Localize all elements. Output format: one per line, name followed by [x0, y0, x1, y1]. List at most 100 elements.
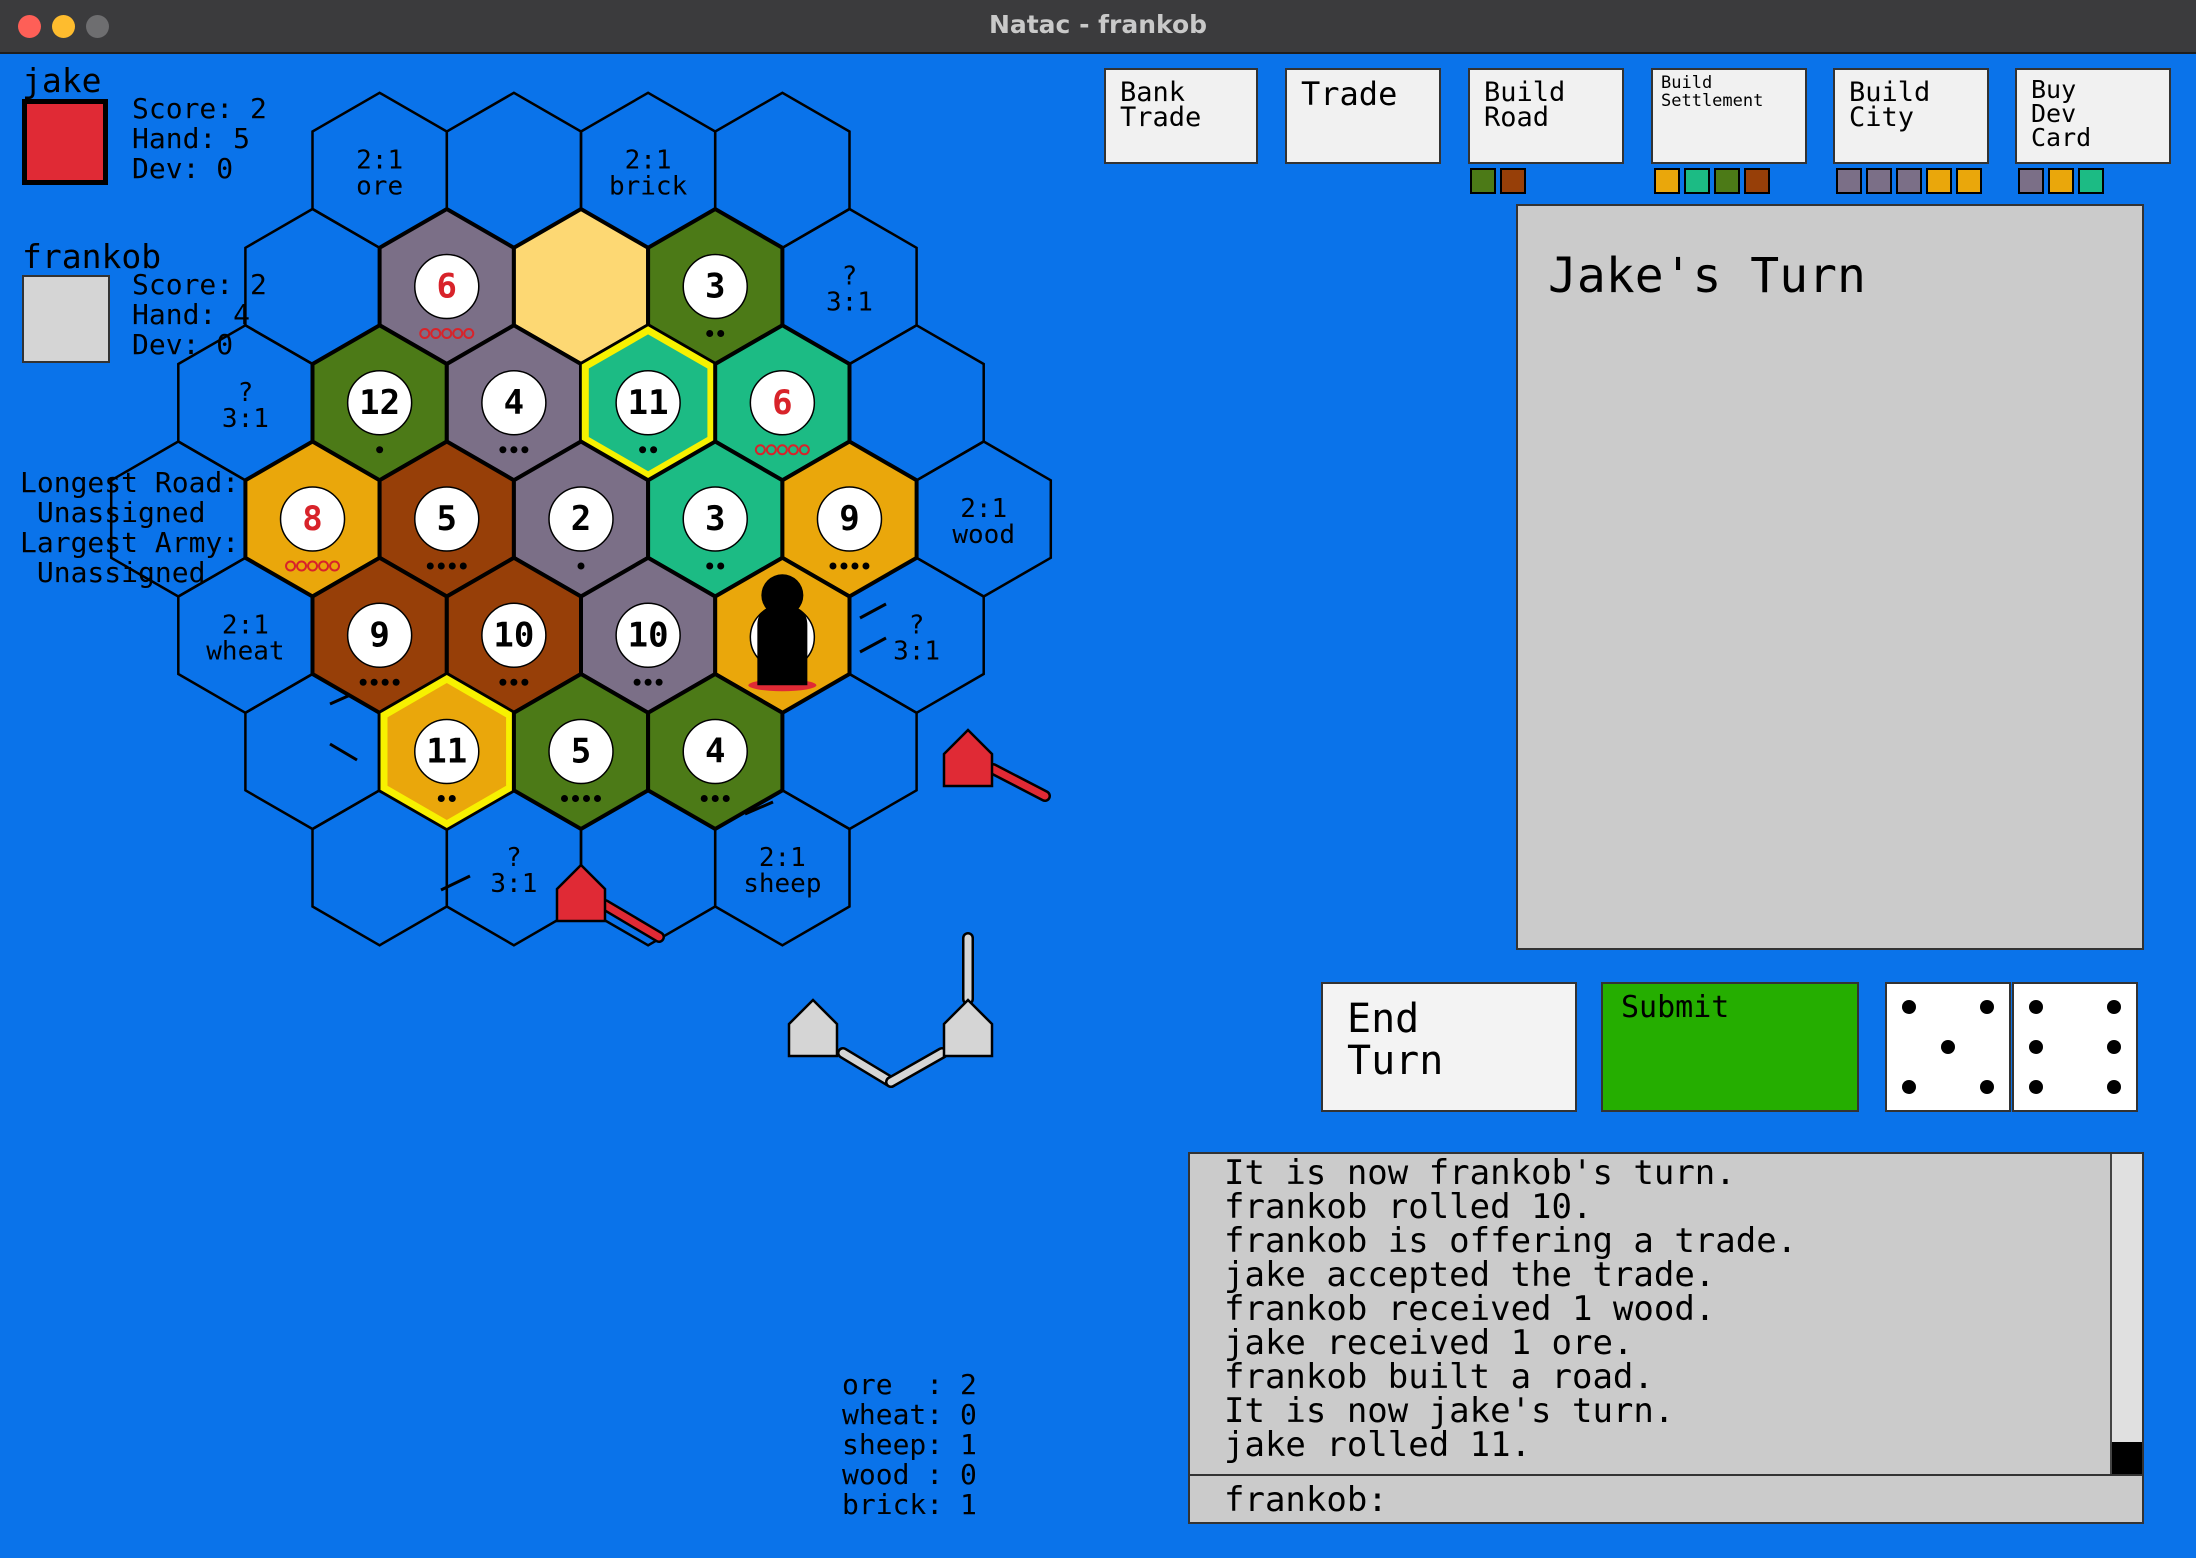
probability-dot: [499, 446, 507, 454]
number-token-label: 4: [705, 732, 725, 772]
number-token-label: 6: [772, 383, 792, 423]
game-area: jake Score: 2 Hand: 5 Dev: 0 frankob Score…: [0, 54, 2196, 1558]
number-token-label: 2: [571, 499, 591, 539]
probability-dot: [426, 562, 434, 570]
number-token-label: 3: [705, 267, 725, 307]
probability-dot: [392, 678, 400, 686]
wood-cost-swatch: [1470, 168, 1496, 194]
probability-dot: [633, 678, 641, 686]
ore-cost-swatch: [1896, 168, 1922, 194]
probability-dot: [840, 562, 848, 570]
wheat-cost-swatch: [2048, 168, 2074, 194]
die-pip: [2028, 1080, 2043, 1095]
port-label: 3:1: [490, 869, 537, 899]
chat-label: frankob:: [1224, 1480, 1388, 1520]
port-label: 3:1: [826, 288, 873, 318]
resource-count-line: wood : 0: [842, 1458, 977, 1491]
ore-cost-swatch: [1836, 168, 1862, 194]
probability-dot: [510, 446, 518, 454]
build-road-button[interactable]: Build Road: [1468, 68, 1624, 164]
probability-dot: [561, 795, 568, 802]
probability-dot: [459, 562, 467, 570]
buy-dev-card-button[interactable]: Buy Dev Card: [2015, 68, 2171, 164]
game-board[interactable]: 2:1ore2:1brick?3:1?3:12:1wood2:1wheat?3:…: [0, 54, 1400, 1354]
die-pip: [1901, 999, 1916, 1014]
die-pip: [2107, 1080, 2122, 1095]
build-road-cost: [1470, 168, 1530, 194]
number-token-label: 9: [369, 615, 389, 655]
probability-dot: [639, 446, 647, 454]
port-connector: [329, 742, 358, 762]
die-2[interactable]: [2012, 982, 2138, 1112]
log-scrollbar-thumb[interactable]: [2112, 1442, 2142, 1474]
probability-dot: [717, 330, 725, 337]
turn-panel: Jake's Turn: [1516, 204, 2144, 950]
port-label: 3:1: [893, 636, 940, 666]
wood-cost-swatch: [1714, 168, 1740, 194]
die-pip: [2028, 1040, 2043, 1054]
probability-dot: [359, 678, 367, 686]
resource-count-line: ore : 2: [842, 1368, 977, 1401]
probability-dot: [655, 678, 663, 686]
probability-dot: [650, 446, 658, 454]
build-city-button[interactable]: Build City: [1833, 68, 1989, 164]
die-pip: [2107, 1040, 2122, 1054]
ore-cost-swatch: [2018, 168, 2044, 194]
probability-dot: [376, 446, 384, 454]
probability-dot: [499, 678, 507, 686]
probability-dot: [448, 562, 456, 570]
probability-dot: [722, 795, 730, 802]
ore-cost-swatch: [1866, 168, 1892, 194]
buy-dev-card-cost: [2018, 168, 2108, 194]
probability-dot: [577, 562, 585, 570]
chat-input-row[interactable]: frankob:: [1190, 1474, 2142, 1524]
number-token-label: 5: [571, 732, 591, 772]
port-connector: [859, 636, 887, 654]
die-pip: [1980, 999, 1995, 1014]
probability-dot: [711, 795, 719, 802]
road-frankob: [887, 1049, 946, 1086]
robber-body: [757, 605, 808, 686]
resource-count-line: sheep: 1: [842, 1428, 977, 1461]
submit-button[interactable]: Submit: [1601, 982, 1859, 1112]
road-jake: [601, 901, 663, 941]
die-pip: [1980, 1080, 1995, 1095]
die-pip: [2107, 999, 2122, 1014]
port-label: brick: [609, 171, 688, 201]
wheat-cost-swatch: [1654, 168, 1680, 194]
number-token-label: 12: [359, 383, 400, 423]
settlement-frankob: [787, 998, 839, 1058]
probability-dot: [437, 795, 445, 802]
probability-dot: [706, 562, 714, 570]
port-connector: [859, 602, 887, 620]
probability-dot: [583, 795, 590, 802]
number-token-label: 8: [302, 499, 322, 539]
settlement-frankob: [942, 998, 994, 1058]
road-jake: [989, 765, 1049, 800]
build-settlement-button[interactable]: Build Settlement: [1651, 68, 1807, 164]
number-token-label: 10: [628, 615, 669, 655]
resource-counts: ore : 2 wheat: 0 sheep: 1 wood : 0 brick: 1: [842, 1370, 977, 1520]
road-frankob: [839, 1049, 895, 1086]
port-label: wood: [952, 520, 1015, 550]
probability-dot: [370, 678, 378, 686]
log-scrollbar[interactable]: [2110, 1154, 2142, 1474]
settlement-jake: [942, 728, 994, 788]
log-line: jake rolled 11.: [1224, 1425, 1532, 1465]
number-token-label: 11: [426, 732, 467, 772]
wheat-cost-swatch: [1926, 168, 1952, 194]
probability-dot: [851, 562, 859, 570]
die-pip: [1941, 1040, 1955, 1054]
water-hex: [109, 440, 247, 598]
probability-dot: [572, 795, 579, 802]
log-line: It is now jake's turn.: [1224, 1391, 1675, 1431]
port-label: wheat: [206, 636, 284, 666]
port-label: sheep: [743, 869, 821, 899]
die-1[interactable]: [1885, 982, 2011, 1112]
probability-dot: [594, 795, 601, 802]
number-token-label: 3: [705, 499, 725, 539]
resource-count-line: wheat: 0: [842, 1398, 977, 1431]
settlement-jake: [555, 863, 607, 923]
wheat-cost-swatch: [1956, 168, 1982, 194]
brick-cost-swatch: [1744, 168, 1770, 194]
